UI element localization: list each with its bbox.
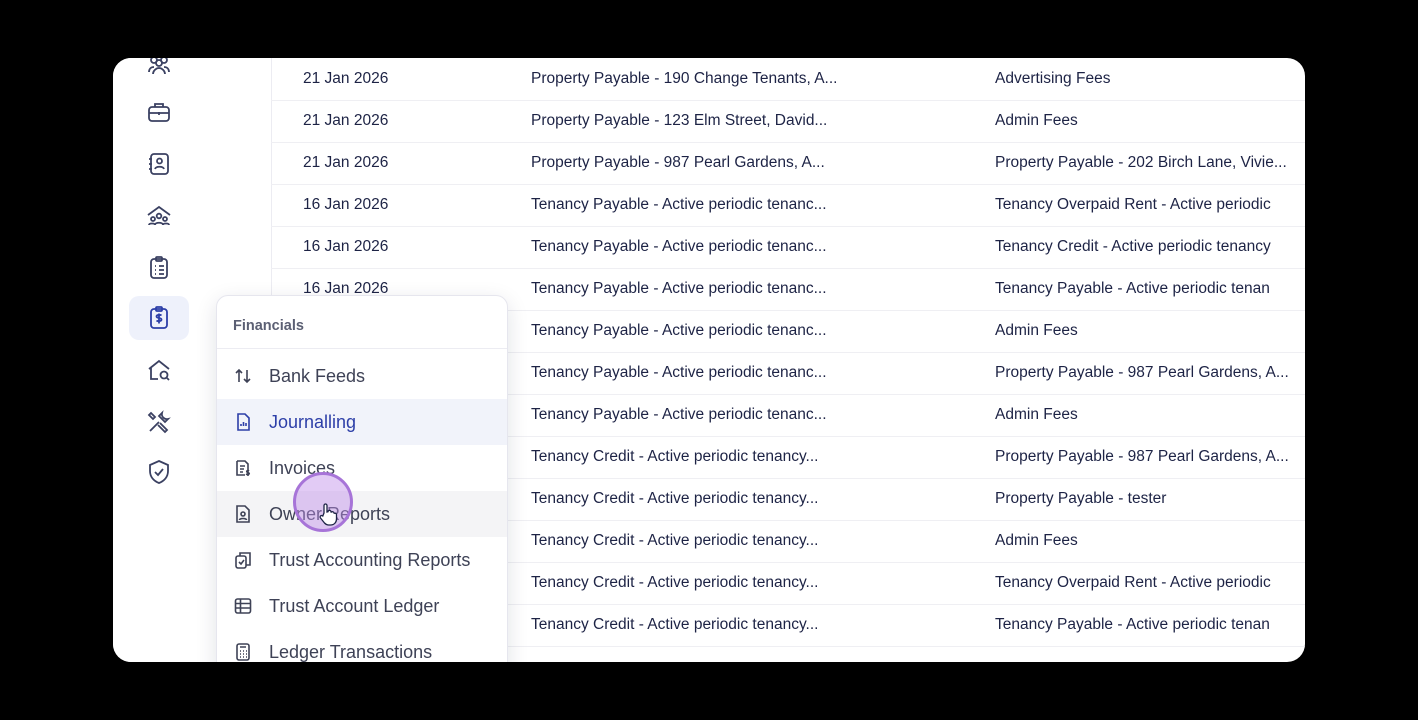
copy-check-icon (233, 550, 253, 570)
menu-item-bank-feeds[interactable]: Bank Feeds (217, 353, 507, 399)
table-row[interactable]: 21 Jan 2026 Property Payable - 123 Elm St… (271, 100, 1305, 143)
calculator-icon (233, 642, 253, 662)
from-account-cell: Property Payable - 190 Change Tenants, A… (531, 70, 838, 87)
tools-icon[interactable] (129, 400, 189, 444)
sidebar-rail (113, 58, 206, 662)
menu-item-ledger-transactions[interactable]: Ledger Transactions (217, 629, 507, 662)
date-cell: 21 Jan 2026 (303, 112, 389, 129)
date-cell: 21 Jan 2026 (303, 154, 389, 171)
arrows-up-down-icon (233, 366, 253, 386)
contacts-icon[interactable] (129, 142, 189, 186)
menu-item-label: Ledger Transactions (269, 641, 433, 662)
table-row[interactable]: 21 Jan 2026 Property Payable - 190 Change… (271, 58, 1305, 101)
from-account-cell: Tenancy Payable - Active periodic tenanc… (531, 280, 827, 297)
table-grid-icon (233, 596, 253, 616)
to-account-cell: Tenancy Overpaid Rent - Active periodic (995, 574, 1271, 591)
from-account-cell: Tenancy Payable - Active periodic tenanc… (531, 406, 827, 423)
clipboard-list-icon[interactable] (129, 246, 189, 290)
menu-item-journalling[interactable]: Journalling (217, 399, 507, 445)
to-account-cell: Property Payable - tester (995, 490, 1167, 507)
table-row[interactable]: 21 Jan 2026 Property Payable - 987 Pearl … (271, 142, 1305, 185)
from-account-cell: Tenancy Credit - Active periodic tenancy… (531, 532, 819, 549)
from-account-cell: Property Payable - 123 Elm Street, David… (531, 112, 828, 129)
to-account-cell: Admin Fees (995, 406, 1078, 423)
to-account-cell: Tenancy Payable - Active periodic tenan (995, 280, 1270, 297)
to-account-cell: Admin Fees (995, 112, 1078, 129)
menu-item-trust-account-ledger[interactable]: Trust Account Ledger (217, 583, 507, 629)
clipboard-dollar-icon[interactable] (129, 296, 189, 340)
from-account-cell: Tenancy Credit - Active periodic tenancy… (531, 574, 819, 591)
home-search-icon[interactable] (129, 348, 189, 392)
to-account-cell: Property Payable - 202 Birch Lane, Vivie… (995, 154, 1287, 171)
from-account-cell: Tenancy Payable - Active periodic tenanc… (531, 238, 827, 255)
menu-divider (217, 348, 507, 349)
menu-item-label: Bank Feeds (269, 365, 366, 386)
pointer-hand-icon (319, 503, 338, 526)
from-account-cell: Tenancy Credit - Active periodic tenancy… (531, 448, 819, 465)
menu-item-owner-reports[interactable]: Owner Reports (217, 491, 507, 537)
to-account-cell: Admin Fees (995, 322, 1078, 339)
owner-report-icon (233, 504, 253, 524)
from-account-cell: Tenancy Payable - Active periodic tenanc… (531, 196, 827, 213)
date-cell: 16 Jan 2026 (303, 196, 389, 213)
menu-item-invoices[interactable]: Invoices (217, 445, 507, 491)
menu-title: Financials (233, 318, 304, 334)
shield-check-icon[interactable] (129, 450, 189, 494)
table-row[interactable]: 16 Jan 2026 Tenancy Payable - Active peri… (271, 226, 1305, 269)
from-account-cell: Tenancy Payable - Active periodic tenanc… (531, 364, 827, 381)
from-account-cell: Property Payable - 987 Pearl Gardens, A.… (531, 154, 825, 171)
from-account-cell: Tenancy Credit - Active periodic tenancy… (531, 616, 819, 633)
to-account-cell: Admin Fees (995, 532, 1078, 549)
briefcase-icon[interactable] (129, 90, 189, 134)
menu-item-label: Journalling (269, 411, 357, 432)
from-account-cell: Tenancy Payable - Active periodic tenanc… (531, 322, 827, 339)
date-cell: 16 Jan 2026 (303, 238, 389, 255)
to-account-cell: Tenancy Overpaid Rent - Active periodic (995, 196, 1271, 213)
to-account-cell: Property Payable - 987 Pearl Gardens, A.… (995, 364, 1289, 381)
date-cell: 21 Jan 2026 (303, 70, 389, 87)
menu-item-trust-accounting-reports[interactable]: Trust Accounting Reports (217, 537, 507, 583)
invoice-icon (233, 458, 253, 478)
financials-menu: Financials Bank Feeds Journalling Invoic… (216, 295, 508, 662)
journal-icon (233, 412, 253, 432)
menu-item-label: Trust Account Ledger (269, 595, 440, 616)
to-account-cell: Tenancy Payable - Active periodic tenan (995, 616, 1270, 633)
to-account-cell: Property Payable - 987 Pearl Gardens, A.… (995, 448, 1289, 465)
table-row[interactable]: 16 Jan 2026 Tenancy Payable - Active peri… (271, 184, 1305, 227)
users-icon[interactable] (129, 58, 189, 88)
app-window: 21 Jan 2026 Property Payable - 190 Change… (113, 58, 1305, 662)
to-account-cell: Advertising Fees (995, 70, 1111, 87)
tenants-icon[interactable] (129, 194, 189, 238)
to-account-cell: Tenancy Credit - Active periodic tenancy (995, 238, 1271, 255)
from-account-cell: Tenancy Credit - Active periodic tenancy… (531, 490, 819, 507)
menu-item-label: Trust Accounting Reports (269, 549, 471, 570)
